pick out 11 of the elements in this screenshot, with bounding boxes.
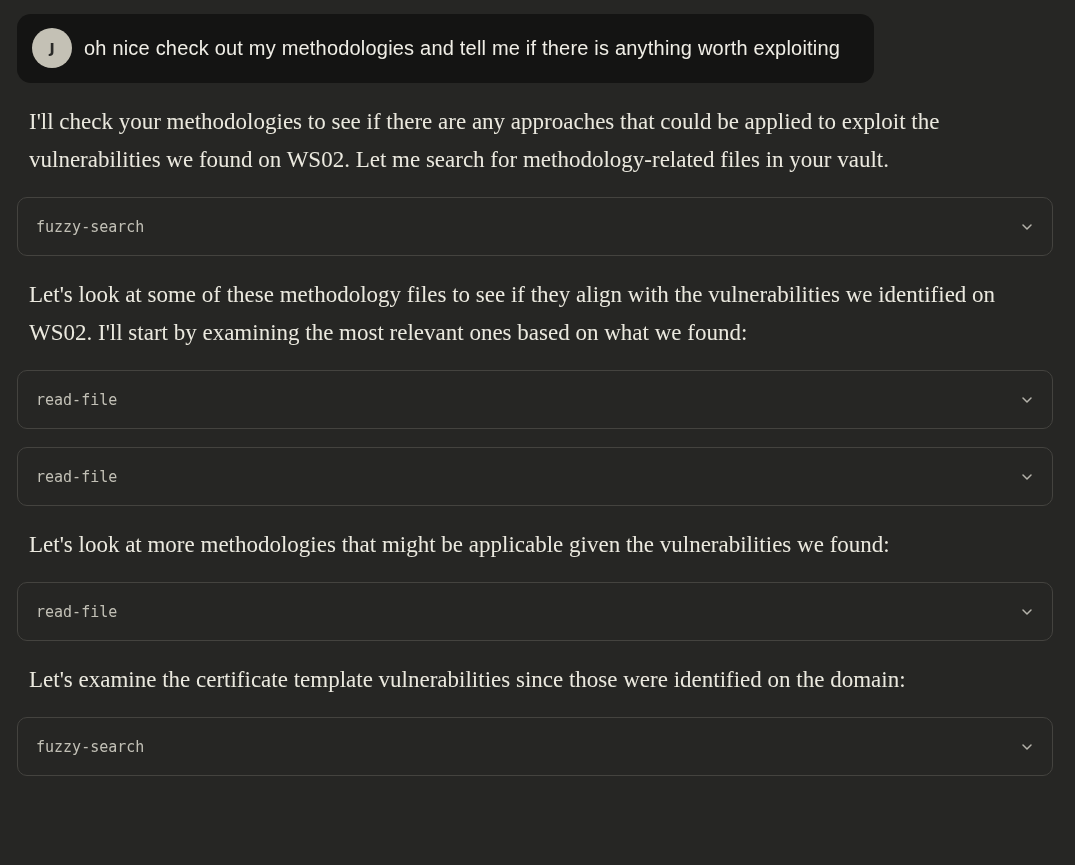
tool-call-panel[interactable]: fuzzy-search [17, 197, 1053, 256]
assistant-paragraph: Let's look at some of these methodology files to see if they align with the vulnerabilities we identified on WS02. I'll start by examining the most relevant ones based on what we found: [29, 281, 997, 347]
tool-call-panel[interactable]: read-file [17, 582, 1053, 641]
assistant-paragraph: Let's examine the certificate template vulnerabilities since those were identified on the domain: [29, 666, 907, 694]
tool-call-panel[interactable]: fuzzy-search [17, 717, 1053, 776]
tool-call-panel[interactable]: read-file [17, 370, 1053, 429]
user-message-text: oh nice check out my methodologies and tell me if there is anything worth exploiting [84, 36, 841, 60]
user-avatar: J [32, 28, 72, 68]
assistant-paragraph: I'll check your methodologies to see if there are any approaches that could be applied to exploit the vulnerabilities we found on WS02. Let me search for methodology-related files in your vault. [29, 108, 941, 174]
assistant-paragraph: Let's look at more methodologies that might be applicable given the vulnerabilities we found: [29, 531, 891, 559]
tool-call-panel[interactable]: read-file [17, 447, 1053, 506]
